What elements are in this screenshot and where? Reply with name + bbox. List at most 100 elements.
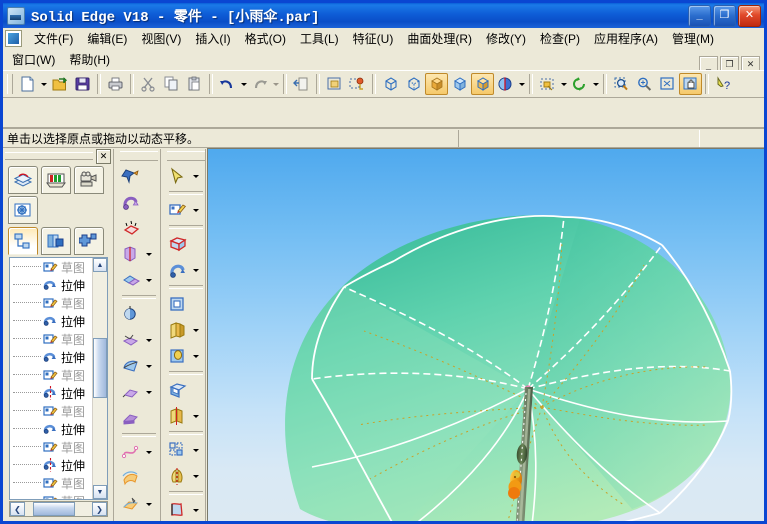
pattern-tool[interactable] xyxy=(165,438,191,462)
zoom-button[interactable] xyxy=(633,73,656,95)
revolved-cutout-tool[interactable] xyxy=(165,318,191,342)
slot-tool-dropdown[interactable] xyxy=(144,329,153,351)
mirror-tool-dropdown[interactable] xyxy=(191,465,200,487)
loft-tool-dropdown[interactable] xyxy=(144,493,153,515)
rib-tool[interactable] xyxy=(118,242,144,266)
camera-tab[interactable] xyxy=(74,166,104,194)
protrusion-tool[interactable] xyxy=(165,232,191,256)
render-mode-button[interactable] xyxy=(471,73,494,95)
print-button[interactable] xyxy=(104,73,127,95)
sketch-tool[interactable] xyxy=(165,198,191,222)
loft-tool[interactable] xyxy=(118,492,144,516)
paste-button[interactable] xyxy=(183,73,206,95)
tree-hscroll-thumb[interactable] xyxy=(33,502,75,516)
refresh-button[interactable] xyxy=(568,73,591,95)
web-tool[interactable] xyxy=(118,268,144,292)
redo-button-dropdown[interactable] xyxy=(271,73,280,95)
round-tool[interactable] xyxy=(118,354,144,378)
hole-tool[interactable] xyxy=(118,302,144,326)
display-config-button[interactable] xyxy=(536,73,559,95)
row1-插入I[interactable]: 插入(I) xyxy=(188,28,237,49)
pattern-tool-dropdown[interactable] xyxy=(191,439,200,461)
toolbar-grip[interactable] xyxy=(7,74,13,94)
library-tab[interactable] xyxy=(41,166,71,194)
model-viewport[interactable] xyxy=(208,149,764,521)
row1-格式O[interactable]: 格式(O) xyxy=(238,28,293,49)
tree-scroll-down-button[interactable]: ▼ xyxy=(93,485,107,499)
pointer-tool[interactable] xyxy=(165,164,191,188)
mirror-tool[interactable] xyxy=(165,464,191,488)
curve-tool-dropdown[interactable] xyxy=(144,441,153,463)
row1-特征U[interactable]: 特征(U) xyxy=(346,28,401,49)
edgebar-grip[interactable] xyxy=(5,152,93,160)
draft-tool[interactable] xyxy=(118,406,144,430)
feature-tree-tab[interactable] xyxy=(8,227,38,255)
select-tool[interactable] xyxy=(118,164,144,188)
sketch-tool-dropdown[interactable] xyxy=(191,199,200,221)
tree-scroll-thumb[interactable] xyxy=(93,338,107,398)
edgebar-close-button[interactable]: ✕ xyxy=(96,148,111,164)
minimize-button[interactable]: _ xyxy=(688,5,711,27)
rib-tool-dropdown[interactable] xyxy=(144,243,153,265)
row1-曲面处理R[interactable]: 曲面处理(R) xyxy=(400,28,479,49)
revolved-protrusion-tool[interactable] xyxy=(165,258,191,282)
shell-tool[interactable] xyxy=(165,378,191,402)
feature-tree[interactable]: 草图拉伸草图拉伸草图拉伸草图拉伸草图拉伸草图拉伸草图草图拉伸 ▲ ▼ xyxy=(9,257,108,500)
new-file-button-dropdown[interactable] xyxy=(39,73,48,95)
thicken-tool[interactable] xyxy=(165,404,191,428)
pan-button[interactable] xyxy=(679,73,702,95)
sensors-tab[interactable] xyxy=(8,196,38,224)
revolve-tool[interactable] xyxy=(118,190,144,214)
shaded-view-button[interactable] xyxy=(425,73,448,95)
shaded-edges-button[interactable] xyxy=(448,73,471,95)
round-tool-dropdown[interactable] xyxy=(144,355,153,377)
redo-button[interactable] xyxy=(248,73,271,95)
sweep-tool[interactable] xyxy=(118,466,144,490)
row1-修改Y[interactable]: 修改(Y) xyxy=(479,28,533,49)
close-button[interactable]: ✕ xyxy=(738,5,761,27)
hole-feature-tool-dropdown[interactable] xyxy=(191,345,200,367)
pointer-tool-dropdown[interactable] xyxy=(191,165,200,187)
thicken-tool-dropdown[interactable] xyxy=(191,405,200,427)
surface-tool[interactable] xyxy=(165,498,191,521)
copy-button[interactable] xyxy=(160,73,183,95)
row1-应用程序A[interactable]: 应用程序(A) xyxy=(587,28,665,49)
undo-button-dropdown[interactable] xyxy=(239,73,248,95)
view-orientation-button-dropdown[interactable] xyxy=(517,73,526,95)
cut-button[interactable] xyxy=(137,73,160,95)
save-button[interactable] xyxy=(71,73,94,95)
row1-文件F[interactable]: 文件(F) xyxy=(27,28,80,49)
helix-tool[interactable] xyxy=(118,518,144,521)
row1-工具L[interactable]: 工具(L) xyxy=(293,28,346,49)
chamfer-tool[interactable] xyxy=(118,380,144,404)
surface-tool-dropdown[interactable] xyxy=(191,499,200,521)
undo-button[interactable] xyxy=(216,73,239,95)
tree-scroll-right-button[interactable]: ❯ xyxy=(92,502,107,516)
layers-list-tab[interactable] xyxy=(41,227,71,255)
hole-feature-tool[interactable] xyxy=(165,344,191,368)
maximize-button[interactable]: ❐ xyxy=(713,5,736,27)
row1-视图V[interactable]: 视图(V) xyxy=(134,28,188,49)
select-region-button[interactable] xyxy=(323,73,346,95)
row1-检查P[interactable]: 检查(P) xyxy=(533,28,587,49)
view-orientation-button[interactable] xyxy=(494,73,517,95)
row2-帮助H[interactable]: 帮助(H) xyxy=(62,49,117,70)
slot-tool[interactable] xyxy=(118,328,144,352)
tool-column-a-grip[interactable] xyxy=(120,151,158,161)
goto-button[interactable] xyxy=(290,73,313,95)
revolved-protrusion-tool-dropdown[interactable] xyxy=(191,259,200,281)
row1-管理M[interactable]: 管理(M) xyxy=(665,28,721,49)
curve-tool[interactable] xyxy=(118,440,144,464)
row1-编辑E[interactable]: 编辑(E) xyxy=(80,28,134,49)
thin-wall-tool[interactable] xyxy=(118,216,144,240)
feature-tree-hscrollbar[interactable]: ❮ ❯ xyxy=(9,501,108,517)
layers-tab[interactable] xyxy=(8,166,38,194)
feature-tree-vscrollbar[interactable]: ▲ ▼ xyxy=(92,258,107,499)
new-file-button[interactable] xyxy=(16,73,39,95)
open-file-button[interactable] xyxy=(48,73,71,95)
sensor-button[interactable] xyxy=(346,73,369,95)
web-tool-dropdown[interactable] xyxy=(144,269,153,291)
revolved-cutout-tool-dropdown[interactable] xyxy=(191,319,200,341)
tree-scroll-left-button[interactable]: ❮ xyxy=(10,502,25,516)
display-config-button-dropdown[interactable] xyxy=(559,73,568,95)
